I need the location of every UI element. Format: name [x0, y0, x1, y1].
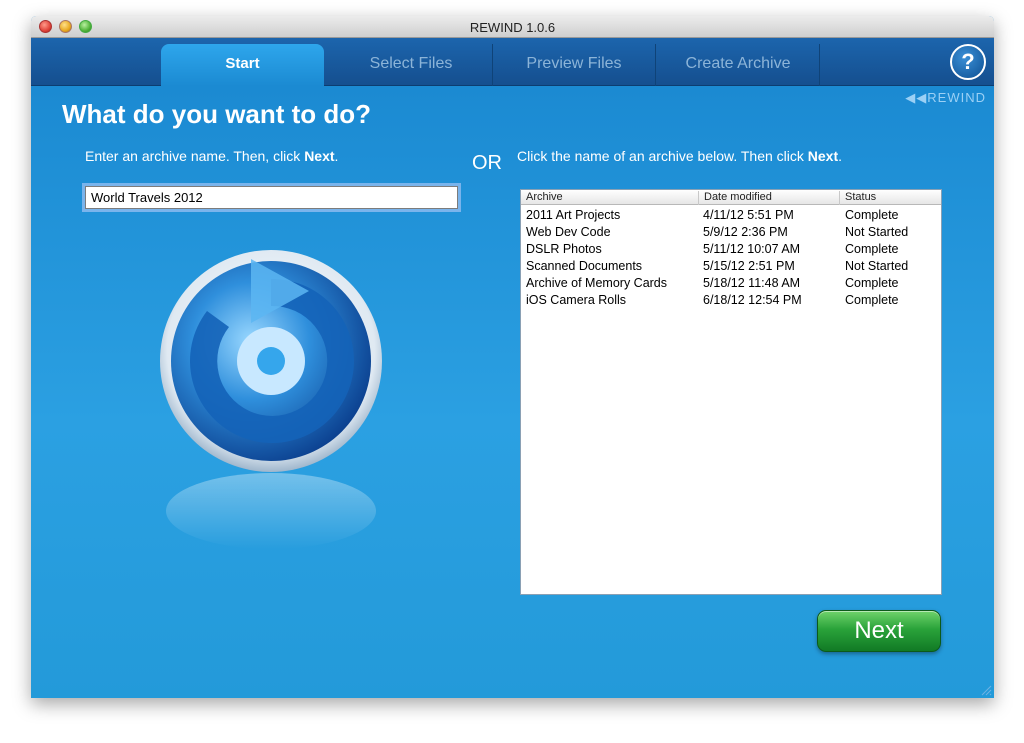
tab-create-archive[interactable]: Create Archive	[657, 44, 820, 86]
status-cell: Complete	[845, 242, 899, 256]
archive-list-header: Archive Date modified Status	[521, 190, 941, 205]
new-archive-instruction: Enter an archive name. Then, click Next.	[85, 148, 338, 164]
status-cell: Not Started	[845, 259, 909, 273]
existing-archive-instruction-end: .	[838, 148, 843, 164]
window-title: REWIND 1.0.6	[469, 20, 556, 35]
status-cell: Complete	[845, 276, 899, 290]
main-content: ◀◀REWIND What do you want to do? Enter a…	[31, 87, 994, 698]
table-row[interactable]: DSLR Photos 5/11/12 10:07 AM Complete	[521, 241, 941, 258]
date-modified-cell: 5/18/12 11:48 AM	[703, 276, 801, 290]
status-cell: Complete	[845, 208, 899, 222]
date-modified-cell: 6/18/12 12:54 PM	[703, 293, 802, 307]
tab-preview-files[interactable]: Preview Files	[493, 44, 656, 86]
table-row[interactable]: Archive of Memory Cards 5/18/12 11:48 AM…	[521, 275, 941, 292]
tab-start[interactable]: Start	[161, 44, 324, 86]
archive-name-input[interactable]	[85, 186, 458, 209]
tab-select-files[interactable]: Select Files	[330, 44, 493, 86]
archive-list[interactable]: Archive Date modified Status 2011 Art Pr…	[520, 189, 942, 595]
archive-name-cell: iOS Camera Rolls	[526, 293, 627, 307]
table-row[interactable]: Web Dev Code 5/9/12 2:36 PM Not Started	[521, 224, 941, 241]
table-row[interactable]: 2011 Art Projects 4/11/12 5:51 PM Comple…	[521, 207, 941, 224]
rewind-logo: ◀◀REWIND	[905, 90, 986, 105]
status-cell: Complete	[845, 293, 899, 307]
column-header-status[interactable]: Status	[839, 191, 941, 205]
existing-archive-instruction-bold: Next	[807, 148, 839, 164]
help-icon[interactable]: ?	[950, 44, 986, 80]
date-modified-cell: 4/11/12 5:51 PM	[703, 208, 794, 222]
column-header-archive[interactable]: Archive	[521, 191, 698, 205]
app-window: REWIND 1.0.6 Start Select Files Preview …	[31, 16, 994, 698]
date-modified-cell: 5/15/12 2:51 PM	[703, 259, 795, 273]
title-bar[interactable]: REWIND 1.0.6	[31, 16, 994, 38]
table-row[interactable]: iOS Camera Rolls 6/18/12 12:54 PM Comple…	[521, 292, 941, 309]
step-tab-bar: Start Select Files Preview Files Create …	[31, 38, 994, 86]
table-row[interactable]: Scanned Documents 5/15/12 2:51 PM Not St…	[521, 258, 941, 275]
archive-name-cell: Archive of Memory Cards	[526, 276, 668, 290]
column-header-date-modified[interactable]: Date modified	[698, 191, 839, 205]
archive-name-cell: 2011 Art Projects	[526, 208, 621, 222]
page-title: What do you want to do?	[62, 99, 372, 129]
status-cell: Not Started	[845, 225, 909, 239]
rewind-disc-icon	[159, 249, 384, 549]
new-archive-instruction-end: .	[334, 148, 339, 164]
date-modified-cell: 5/11/12 10:07 AM	[703, 242, 801, 256]
new-archive-instruction-bold: Next	[304, 148, 335, 164]
new-archive-instruction-text: Enter an archive name. Then, click	[85, 148, 305, 164]
date-modified-cell: 5/9/12 2:36 PM	[703, 225, 788, 239]
resize-grip-icon[interactable]	[980, 684, 992, 696]
or-label: OR	[472, 152, 502, 174]
archive-name-cell: Web Dev Code	[526, 225, 611, 239]
next-button[interactable]: Next	[817, 610, 941, 652]
existing-archive-instruction: Click the name of an archive below. Then…	[517, 148, 842, 164]
archive-name-cell: Scanned Documents	[526, 259, 643, 273]
archive-name-cell: DSLR Photos	[526, 242, 602, 256]
existing-archive-instruction-text: Click the name of an archive below. Then…	[517, 148, 808, 164]
